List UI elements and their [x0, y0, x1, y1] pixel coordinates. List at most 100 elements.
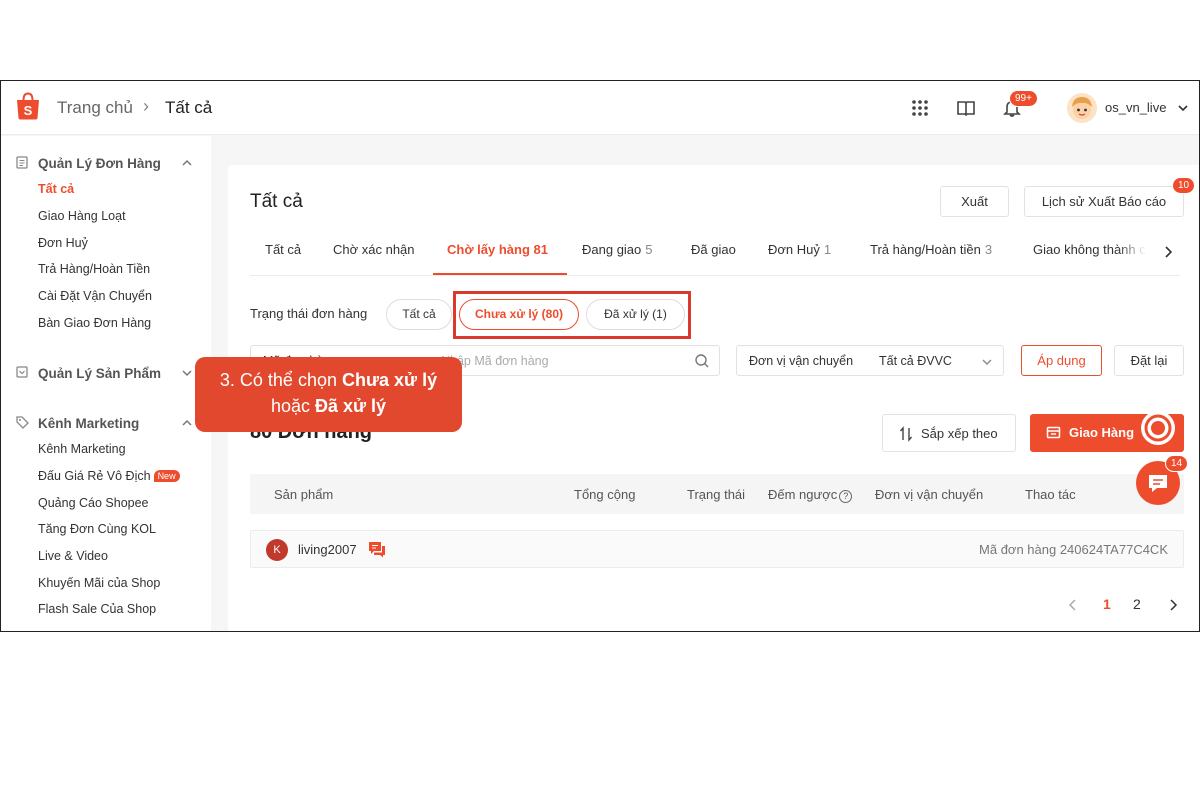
breadcrumb-current: Tất cả — [165, 98, 213, 117]
tag-icon — [16, 416, 29, 429]
chevron-right-icon[interactable] — [1168, 599, 1178, 611]
sidebar-item-all[interactable]: Tất cả — [38, 182, 74, 196]
column-carrier: Đơn vị vận chuyển — [875, 487, 984, 502]
ship-label: Giao Hàng — [1069, 425, 1135, 440]
app-window: S Trang chủ › Tất cả 99+ os_vn_live Quản… — [0, 80, 1200, 632]
chat-icon[interactable] — [368, 541, 386, 558]
username[interactable]: os_vn_live — [1105, 100, 1166, 115]
tab-pending-confirm[interactable]: Chờ xác nhận — [333, 242, 415, 257]
sidebar-item-auction[interactable]: Đấu Giá Rẻ Vô Địch New — [38, 469, 180, 483]
column-status: Trạng thái — [687, 487, 746, 502]
tab-returns[interactable]: Trả hàng/Hoàn tiền 3 — [870, 242, 992, 257]
order-id: Mã đơn hàng 240624TA77C4CK — [979, 542, 1168, 557]
shipping-carrier-select[interactable]: Đơn vị vận chuyển Tất cả ĐVVC — [736, 345, 1004, 376]
page-2[interactable]: 2 — [1133, 596, 1141, 612]
shipping-carrier-value: Tất cả ĐVVC — [879, 354, 952, 368]
tab-shipping[interactable]: Đang giao 5 — [582, 242, 653, 257]
headset-icon — [1144, 414, 1172, 442]
sidebar-section-orders[interactable]: Quản Lý Đơn Hàng — [38, 156, 161, 171]
sidebar-item-marketing[interactable]: Kênh Marketing — [38, 442, 126, 456]
callout-line-1: 3. Có thể chọn Chưa xử lý — [195, 367, 462, 393]
highlight-box — [453, 291, 691, 339]
box-icon — [16, 366, 28, 378]
order-status-label: Trạng thái đơn hàng — [250, 306, 368, 321]
buyer-avatar: K — [266, 539, 288, 561]
page-title: Tất cả — [250, 191, 303, 212]
sidebar-item-cancelled[interactable]: Đơn Huỷ — [38, 236, 88, 250]
tab-cancelled-label: Đơn Huỷ — [768, 242, 820, 257]
sidebar-item-auction-label: Đấu Giá Rẻ Vô Địch — [38, 469, 151, 483]
column-actions: Thao tác — [1025, 487, 1076, 502]
export-history-button[interactable]: Lịch sử Xuất Báo cáo — [1024, 186, 1184, 217]
column-total: Tổng cộng — [574, 487, 636, 502]
apply-button[interactable]: Áp dụng — [1021, 345, 1102, 376]
sidebar-item-handover[interactable]: Bàn Giao Đơn Hàng — [38, 316, 151, 330]
buyer-name[interactable]: living2007 — [298, 542, 357, 557]
table-header: Sản phẩm Tổng cộng Trạng thái Đếm ngược?… — [250, 474, 1184, 514]
sidebar-item-shipping-settings[interactable]: Cài Đặt Vận Chuyển — [38, 289, 152, 303]
sidebar-section-marketing[interactable]: Kênh Marketing — [38, 416, 139, 431]
column-countdown-label: Đếm ngược — [768, 487, 838, 502]
export-history-badge: 10 — [1172, 177, 1196, 194]
tab-to-pickup[interactable]: Chờ lấy hàng 81 — [447, 242, 548, 257]
tab-delivered[interactable]: Đã giao — [691, 242, 736, 257]
callout-line-2-text: hoặc — [270, 396, 315, 416]
tab-cancelled[interactable]: Đơn Huỷ 1 — [768, 242, 831, 257]
sidebar-item-shop-promos[interactable]: Khuyến Mãi của Shop — [38, 576, 160, 590]
sidebar-item-kol[interactable]: Tăng Đơn Cùng KOL — [38, 522, 156, 536]
page-1[interactable]: 1 — [1103, 596, 1111, 612]
export-button[interactable]: Xuất — [940, 186, 1009, 217]
sidebar-item-bulk-ship[interactable]: Giao Hàng Loạt — [38, 209, 126, 223]
tab-returns-label: Trả hàng/Hoàn tiền — [870, 242, 981, 257]
chevron-down-icon[interactable] — [1177, 102, 1189, 114]
shipping-carrier-label: Đơn vị vận chuyển — [749, 354, 854, 368]
notification-badge: 99+ — [1009, 90, 1038, 107]
tab-divider — [250, 275, 1180, 276]
apps-grid-icon[interactable] — [910, 98, 930, 118]
new-badge: New — [153, 470, 180, 482]
column-product: Sản phẩm — [274, 487, 334, 502]
instruction-callout: 3. Có thể chọn Chưa xử lý hoặc Đã xử lý — [195, 357, 462, 432]
top-bar: S Trang chủ › Tất cả 99+ os_vn_live — [1, 81, 1199, 135]
active-tab-indicator — [433, 273, 567, 275]
sidebar-item-returns[interactable]: Trả Hàng/Hoàn Tiền — [38, 262, 150, 276]
search-icon[interactable] — [694, 353, 710, 369]
callout-line-1-bold: Chưa xử lý — [341, 370, 438, 390]
callout-line-2-bold: Đã xử lý — [314, 396, 387, 416]
support-button[interactable] — [1141, 411, 1175, 445]
sort-icon — [899, 426, 913, 442]
chevron-up-icon[interactable] — [181, 417, 193, 429]
tab-cancelled-count: 1 — [823, 242, 832, 257]
tab-all[interactable]: Tất cả — [265, 242, 301, 257]
reset-button[interactable]: Đặt lại — [1114, 345, 1184, 376]
avatar[interactable] — [1067, 93, 1097, 123]
callout-line-1-text: 3. Có thể chọn — [219, 370, 342, 390]
breadcrumb-home[interactable]: Trang chủ — [57, 98, 133, 118]
chevron-right-icon[interactable] — [1162, 245, 1174, 259]
sidebar-section-products[interactable]: Quản Lý Sản Phẩm — [38, 366, 161, 381]
table-row[interactable]: K living2007 Mã đơn hàng 240624TA77C4CK — [250, 530, 1184, 568]
tab-failed-delivery-label: Giao không thành c — [1033, 242, 1146, 257]
sidebar-item-ads[interactable]: Quảng Cáo Shopee — [38, 496, 149, 510]
sidebar: Quản Lý Đơn Hàng Tất cả Giao Hàng Loạt Đ… — [1, 136, 211, 631]
avatar-image — [1072, 97, 1092, 119]
chevron-down-icon[interactable] — [181, 367, 193, 379]
chevron-up-icon[interactable] — [181, 157, 193, 169]
tab-returns-count: 3 — [984, 242, 993, 257]
breadcrumb-separator: › — [143, 96, 149, 116]
sort-label: Sắp xếp theo — [921, 426, 998, 441]
status-pill-all[interactable]: Tất cả — [386, 299, 452, 330]
callout-line-2: hoặc Đã xử lý — [195, 393, 462, 419]
clipboard-icon — [16, 156, 28, 169]
tab-failed-delivery[interactable]: Giao không thành c — [1033, 242, 1146, 257]
help-icon[interactable]: ? — [839, 490, 853, 503]
chat-badge: 14 — [1165, 455, 1189, 472]
truck-icon — [1046, 426, 1061, 439]
sidebar-item-flash-sale[interactable]: Flash Sale Của Shop — [38, 602, 156, 616]
sidebar-item-live-video[interactable]: Live & Video — [38, 549, 108, 563]
chevron-left-icon[interactable] — [1068, 599, 1078, 611]
column-countdown: Đếm ngược? — [768, 487, 853, 503]
sort-button[interactable]: Sắp xếp theo — [882, 414, 1016, 452]
shopee-logo-icon[interactable]: S — [15, 92, 41, 120]
book-icon[interactable] — [956, 98, 976, 118]
